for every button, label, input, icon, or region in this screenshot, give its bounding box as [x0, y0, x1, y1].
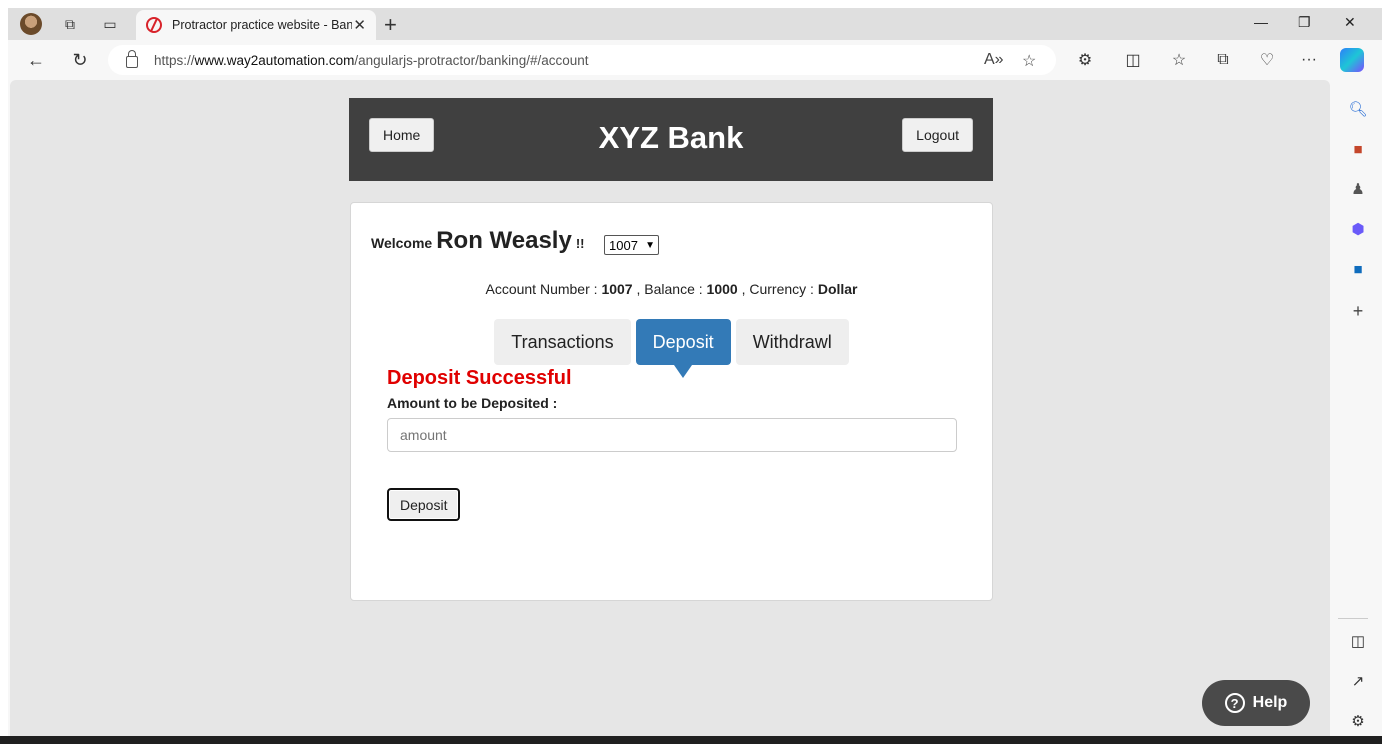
restore-button[interactable]: ❐: [1298, 14, 1311, 31]
amount-input[interactable]: [387, 418, 957, 452]
account-tabs: Transactions Deposit Withdrawl: [351, 319, 992, 378]
account-panel: Welcome Ron Weasly !! 1007 ▼ Account Num…: [350, 202, 993, 601]
welcome-label: Welcome: [371, 235, 433, 251]
collections-icon[interactable]: ⧉: [1212, 50, 1234, 70]
customer-name: Ron Weasly: [436, 227, 572, 254]
balance-label: , Balance :: [636, 281, 703, 297]
tools-icon[interactable]: ■: [1349, 140, 1367, 158]
balance-value: 1000: [706, 281, 738, 297]
microsoft-365-icon[interactable]: ⬢: [1349, 220, 1367, 238]
tab-close-icon[interactable]: ✕: [353, 16, 366, 34]
tab-withdrawl[interactable]: Withdrawl: [735, 319, 849, 365]
tab-title: Protractor practice website - Ban: [172, 18, 352, 32]
tab-bar: ⧉ ▭ Protractor practice website - Ban ✕ …: [8, 8, 1382, 40]
sidebar-settings-icon[interactable]: ⚙: [1349, 712, 1367, 730]
favorites-icon[interactable]: ☆: [1168, 50, 1190, 70]
account-info: Account Number : 1007 , Balance : 1000 ,…: [351, 281, 992, 297]
split-screen-icon[interactable]: ◫: [1122, 50, 1144, 70]
minimize-button[interactable]: —: [1254, 14, 1268, 30]
tab-actions-icon[interactable]: ▭: [100, 14, 120, 34]
browser-tab-active[interactable]: Protractor practice website - Ban ✕: [136, 10, 376, 40]
url-text: https://www.way2automation.com/angularjs…: [154, 52, 589, 68]
lock-icon[interactable]: [126, 50, 138, 68]
close-window-button[interactable]: ✕: [1344, 14, 1356, 31]
currency-value: Dollar: [817, 281, 858, 297]
browser-window: ⧉ ▭ Protractor practice website - Ban ✕ …: [8, 8, 1382, 744]
deposit-submit-button[interactable]: Deposit: [387, 488, 461, 521]
protractor-favicon-icon: [146, 17, 162, 33]
page-viewport: Home XYZ Bank Logout Welcome Ron Weasly …: [10, 80, 1330, 738]
welcome-exclaim: !!: [575, 236, 585, 251]
os-taskbar: [0, 736, 1382, 744]
workspaces-icon[interactable]: ⧉: [60, 14, 80, 34]
welcome-line: Welcome Ron Weasly !!: [371, 227, 585, 255]
favorite-star-icon[interactable]: ☆: [1022, 51, 1036, 71]
add-icon[interactable]: +: [1349, 301, 1367, 321]
copilot-icon[interactable]: [1340, 48, 1364, 72]
address-bar[interactable]: https://www.way2automation.com/angularjs…: [108, 45, 1056, 75]
search-icon[interactable]: 🔍︎: [1348, 100, 1367, 118]
read-aloud-icon[interactable]: A»: [984, 51, 1004, 69]
help-label: Help: [1252, 694, 1288, 711]
bank-title: XYZ Bank: [598, 120, 744, 155]
profile-avatar[interactable]: [20, 13, 42, 35]
account-number-label: Account Number :: [485, 281, 598, 297]
open-external-icon[interactable]: ↗: [1349, 672, 1367, 690]
settings-more-icon[interactable]: ···: [1298, 50, 1320, 70]
chevron-down-icon: ▼: [645, 239, 655, 251]
new-tab-button[interactable]: +: [384, 12, 397, 38]
currency-label: , Currency :: [741, 281, 814, 297]
logout-button[interactable]: Logout: [902, 118, 973, 152]
help-button[interactable]: ? Help: [1202, 680, 1310, 726]
bank-header: Home XYZ Bank Logout: [349, 98, 993, 181]
account-select-value: 1007: [609, 237, 638, 253]
tab-deposit[interactable]: Deposit: [635, 319, 731, 378]
amount-label: Amount to be Deposited :: [387, 395, 558, 411]
edge-sidebar: 🔍︎ ■ ♟ ⬢ ■ + ◫ ↗ ⚙: [1330, 80, 1382, 744]
address-bar-row: ← ↻ https://www.way2automation.com/angul…: [8, 40, 1382, 80]
help-question-icon: ?: [1224, 693, 1245, 713]
games-icon[interactable]: ♟: [1349, 180, 1367, 198]
deposit-success-message: Deposit Successful: [387, 367, 572, 389]
sidebar-divider: [1338, 618, 1368, 619]
extensions-icon[interactable]: ⚙: [1074, 50, 1096, 70]
account-select[interactable]: 1007 ▼: [604, 235, 659, 255]
outlook-icon[interactable]: ■: [1349, 260, 1367, 278]
hide-sidebar-icon[interactable]: ◫: [1349, 632, 1367, 650]
tab-transactions[interactable]: Transactions: [494, 319, 631, 365]
browser-essentials-icon[interactable]: ♡: [1256, 50, 1278, 70]
back-arrow-icon[interactable]: ←: [24, 48, 48, 72]
refresh-icon[interactable]: ↻: [68, 48, 92, 72]
account-number: 1007: [601, 281, 633, 297]
